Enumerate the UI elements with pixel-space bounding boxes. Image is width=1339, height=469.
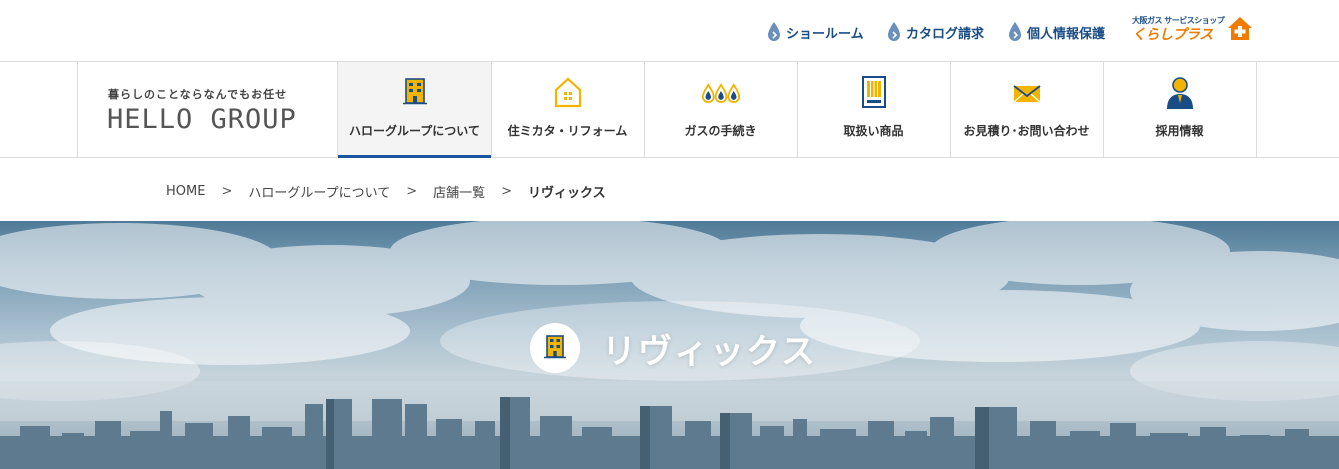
nav-item-contact[interactable]: お見積り･お問い合わせ — [950, 62, 1104, 157]
breadcrumb-separator: > — [501, 183, 513, 199]
breadcrumb-separator: > — [221, 183, 233, 199]
building-icon — [544, 335, 566, 359]
nav-label-gas-procedures: ガスの手続き — [684, 124, 757, 138]
top-utility-bar: ショールーム カタログ請求 個人情報保護 大阪ガス サービスショップ くらしプラ… — [0, 0, 1339, 62]
breadcrumb-current: リヴィックス — [528, 185, 606, 201]
appliance-icon — [861, 76, 886, 108]
nav-label-products: 取扱い商品 — [843, 124, 904, 138]
kurashi-plus-title: くらしプラス — [1132, 27, 1213, 43]
hello-group-logo[interactable]: 暮らしのことならなんでもお任せ HELLO GROUP — [77, 62, 338, 157]
breadcrumb-home[interactable]: HOME — [166, 184, 205, 199]
water-drop-icon — [768, 22, 780, 41]
gas-flame-icon — [701, 83, 740, 103]
person-icon — [1166, 77, 1193, 109]
nav-label-about: ハローグループについて — [349, 124, 480, 138]
hero-title-block: リヴィックス — [530, 323, 817, 373]
house-icon — [554, 77, 581, 108]
kurashi-plus-logo-link[interactable]: 大阪ガス サービスショップ くらしプラス — [1130, 14, 1255, 44]
catalog-request-link[interactable]: カタログ請求 — [886, 20, 984, 44]
house-plus-icon — [1228, 17, 1252, 40]
nav-label-recruit: 採用情報 — [1155, 124, 1204, 138]
breadcrumb-store-list[interactable]: 店舗一覧 — [433, 182, 485, 201]
nav-label-reform: 住ミカタ・リフォーム — [507, 124, 628, 138]
breadcrumb-about[interactable]: ハローグループについて — [248, 182, 390, 201]
logo-brand-name: HELLO GROUP — [107, 104, 297, 135]
nav-item-reform[interactable]: 住ミカタ・リフォーム — [491, 62, 645, 157]
hero-banner: リヴィックス — [0, 221, 1339, 469]
showroom-label: ショールーム — [786, 26, 864, 42]
catalog-request-label: カタログ請求 — [906, 26, 985, 42]
nav-label-contact: お見積り･お問い合わせ — [963, 124, 1090, 138]
showroom-link[interactable]: ショールーム — [766, 20, 864, 44]
water-drop-icon — [888, 22, 900, 41]
breadcrumb-separator: > — [406, 183, 418, 199]
hero-icon-circle — [530, 323, 580, 373]
building-icon — [402, 78, 427, 105]
main-navigation: 暮らしのことならなんでもお任せ HELLO GROUP ハローグループについて … — [0, 61, 1339, 158]
nav-item-products[interactable]: 取扱い商品 — [797, 62, 951, 157]
breadcrumb: HOME > ハローグループについて > 店舗一覧 > リヴィックス — [166, 181, 606, 201]
privacy-label: 個人情報保護 — [1027, 26, 1106, 42]
hero-title: リヴィックス — [602, 331, 817, 372]
nav-item-about[interactable]: ハローグループについて — [338, 62, 492, 158]
logo-tagline: 暮らしのことならなんでもお任せ — [108, 88, 288, 101]
privacy-link[interactable]: 個人情報保護 — [1007, 20, 1105, 44]
envelope-icon — [1012, 85, 1041, 103]
nav-item-gas-procedures[interactable]: ガスの手続き — [644, 62, 798, 157]
water-drop-icon — [1009, 22, 1021, 41]
nav-item-recruit[interactable]: 採用情報 — [1103, 62, 1257, 157]
